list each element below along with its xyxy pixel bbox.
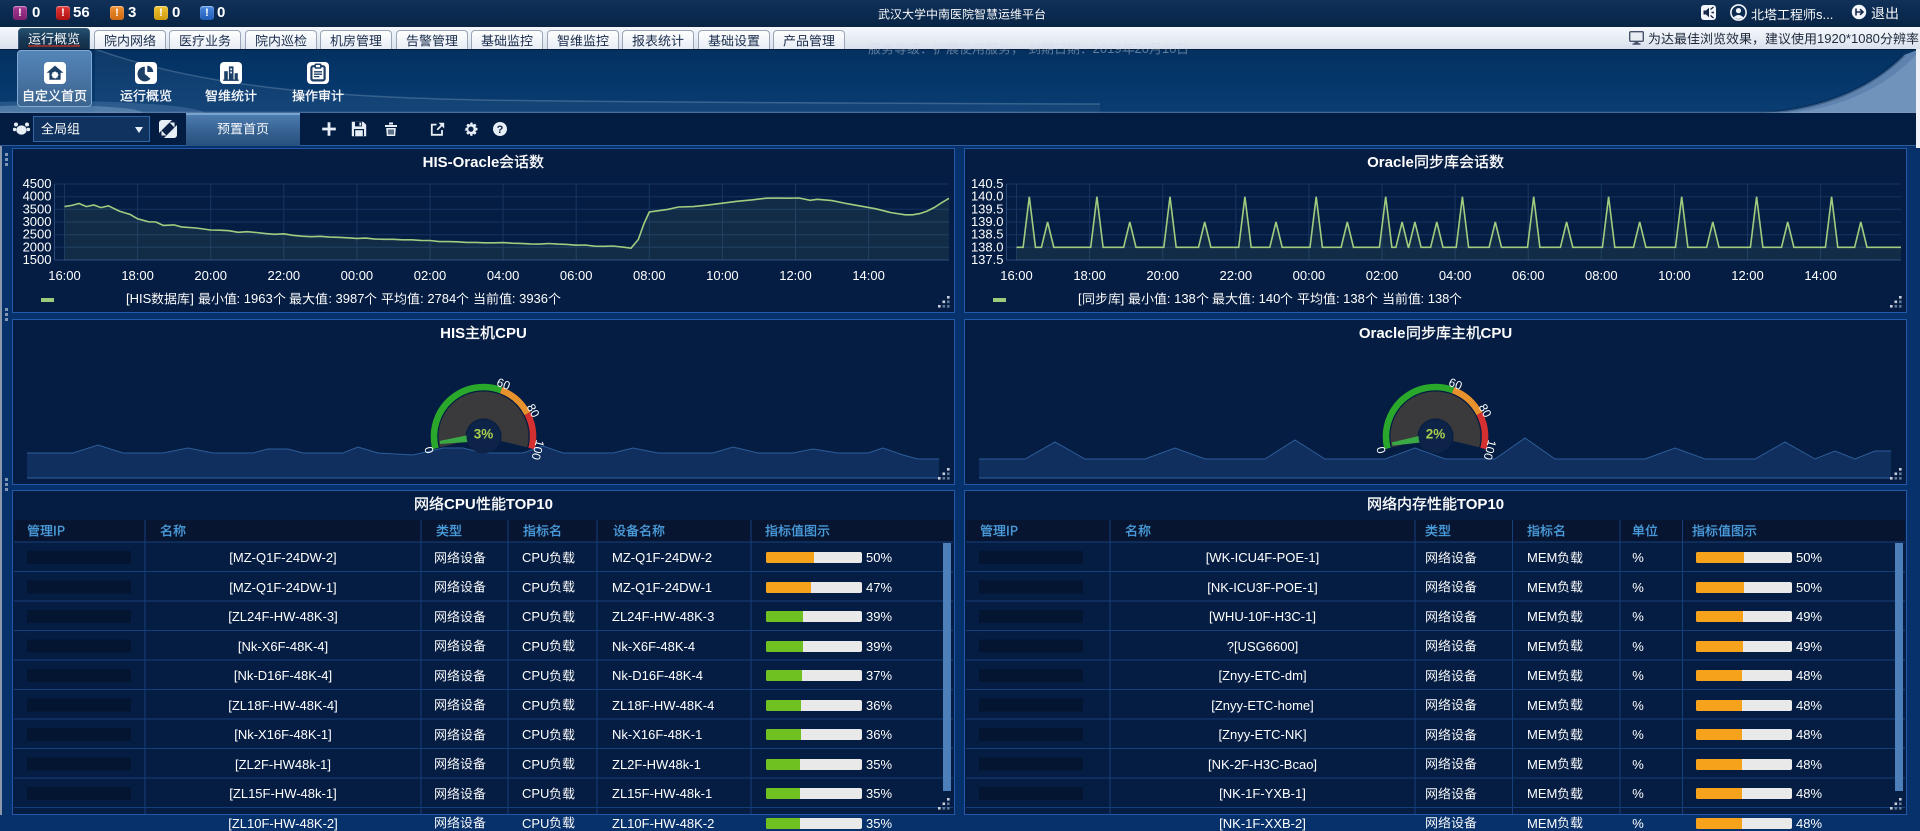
svg-text:06:00: 06:00 [560, 268, 593, 283]
svg-text:16:00: 16:00 [48, 268, 81, 283]
svg-text:2%: 2% [1426, 427, 1446, 442]
svg-text:12:00: 12:00 [1731, 268, 1764, 283]
svg-text:20:00: 20:00 [1146, 268, 1179, 283]
svg-text:137.5: 137.5 [971, 252, 1004, 267]
svg-text:04:00: 04:00 [487, 268, 520, 283]
svg-text:12:00: 12:00 [779, 268, 812, 283]
svg-text:00:00: 00:00 [1293, 268, 1326, 283]
svg-text:06:00: 06:00 [1512, 268, 1545, 283]
svg-text:14:00: 14:00 [1804, 268, 1837, 283]
svg-text:20:00: 20:00 [194, 268, 227, 283]
svg-text:1500: 1500 [23, 252, 52, 267]
svg-text:18:00: 18:00 [121, 268, 154, 283]
svg-text:08:00: 08:00 [633, 268, 666, 283]
svg-text:02:00: 02:00 [414, 268, 447, 283]
svg-text:08:00: 08:00 [1585, 268, 1618, 283]
svg-text:0: 0 [1374, 445, 1389, 455]
svg-text:10:00: 10:00 [1658, 268, 1691, 283]
svg-text:18:00: 18:00 [1073, 268, 1106, 283]
svg-text:?: ? [497, 124, 504, 136]
svg-text:14:00: 14:00 [852, 268, 885, 283]
svg-text:22:00: 22:00 [268, 268, 301, 283]
svg-text:00:00: 00:00 [341, 268, 374, 283]
svg-text:10:00: 10:00 [706, 268, 739, 283]
svg-text:22:00: 22:00 [1220, 268, 1253, 283]
svg-text:3%: 3% [474, 427, 494, 442]
svg-text:02:00: 02:00 [1366, 268, 1399, 283]
svg-text:04:00: 04:00 [1439, 268, 1472, 283]
svg-text:16:00: 16:00 [1000, 268, 1033, 283]
